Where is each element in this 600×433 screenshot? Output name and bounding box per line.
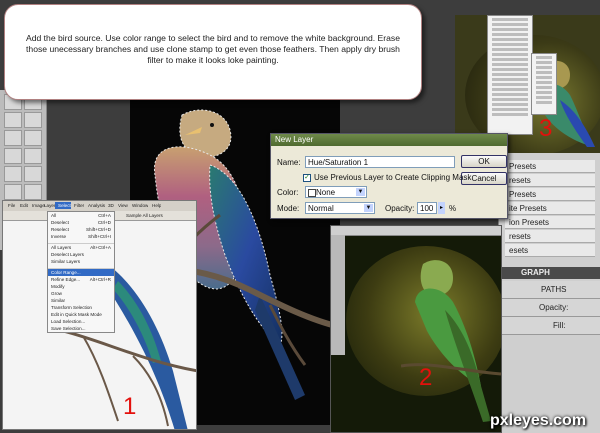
clipping-mask-label: Use Previous Layer to Create Clipping Ma… <box>314 173 472 182</box>
menu-item-grow[interactable]: Grow <box>48 290 114 297</box>
mode-label: Mode: <box>277 204 300 213</box>
step-number: 3 <box>539 115 553 142</box>
preset-row[interactable]: Presets <box>505 188 595 201</box>
menu-analysis[interactable]: Analysis <box>85 202 105 209</box>
menu-item-inverse[interactable]: Inverse Shift+Ctrl+I <box>48 233 114 240</box>
menu-window[interactable]: Window <box>129 202 148 209</box>
dialog-title: New Layer <box>271 134 507 146</box>
menu-item-save-selection[interactable]: Save Selection... <box>48 325 114 332</box>
menu-item-similar[interactable]: Similar <box>48 297 114 304</box>
menu-item-reselect[interactable]: Reselect Shift+Ctrl+D <box>48 226 114 233</box>
menu-item-deselect-layers[interactable]: Deselect Layers <box>48 251 114 258</box>
preset-row[interactable]: ite Presets <box>505 202 595 215</box>
menu-item-modify[interactable]: Modify <box>48 283 114 290</box>
menu-item-all-layers[interactable]: All Layers Alt+Ctrl+A <box>48 244 114 251</box>
menu-item-quick-mask[interactable]: Edit in Quick Mask Mode <box>48 311 114 318</box>
color-swatch-icon <box>308 189 316 197</box>
chevron-right-icon[interactable]: ▸ <box>438 202 445 214</box>
instruction-callout: Add the bird source. Use color range to … <box>4 4 422 100</box>
artistic-submenu[interactable] <box>531 53 557 115</box>
menu-3d[interactable]: 3D <box>105 202 114 209</box>
chevron-down-icon: ▼ <box>364 204 373 212</box>
toolbox-mini <box>331 235 345 355</box>
fill-label: Fill: <box>499 317 600 335</box>
preset-row[interactable]: resets <box>505 174 595 187</box>
opacity-field[interactable]: 100 <box>417 202 437 214</box>
watermark: pxleyes.com <box>490 412 587 429</box>
preset-row[interactable]: esets <box>505 244 595 257</box>
name-field[interactable]: Hue/Saturation 1 <box>305 156 455 168</box>
filter-menu[interactable] <box>487 15 533 135</box>
name-label: Name: <box>277 158 301 167</box>
menu-layer[interactable]: Layer <box>41 202 56 209</box>
step-number: 1 <box>123 393 137 420</box>
pen-tool-icon[interactable] <box>4 184 22 200</box>
menu-select[interactable]: Select <box>55 202 71 209</box>
type-tool-icon[interactable] <box>24 184 42 200</box>
magic-wand-tool-icon[interactable] <box>24 112 42 128</box>
menu-item-all[interactable]: All Ctrl+A <box>48 212 114 219</box>
menu-help[interactable]: Help <box>149 202 161 209</box>
menu-file[interactable]: File <box>5 202 15 209</box>
bird-silhouette <box>401 260 501 422</box>
menu-item-transform-selection[interactable]: Transform Selection <box>48 304 114 311</box>
right-panels: Presets resets Presets ite Presets ion P… <box>498 150 600 433</box>
preset-row[interactable]: Presets <box>505 160 595 173</box>
opacity-label: Opacity: <box>499 299 600 317</box>
sample-all-layers-option[interactable]: Sample All Layers <box>123 212 163 219</box>
menu-item-refine-edge[interactable]: Refine Edge... Alt+Ctrl+R <box>48 276 114 283</box>
menu-view[interactable]: View <box>115 202 128 209</box>
color-select-value: None <box>316 188 336 197</box>
color-select[interactable]: None ▼ <box>305 186 367 198</box>
clipping-mask-checkbox[interactable]: ✓ <box>303 174 311 182</box>
clone-stamp-tool-icon[interactable] <box>24 148 42 164</box>
menu-item-deselect[interactable]: Deselect Ctrl+D <box>48 219 114 226</box>
menu-filter[interactable]: Filter <box>71 202 84 209</box>
mode-select[interactable]: Normal ▼ <box>305 202 375 214</box>
step-1-screenshot: File Edit Image Layer Select Filter Anal… <box>2 200 197 430</box>
menu-item-load-selection[interactable]: Load Selection... <box>48 318 114 325</box>
preset-row[interactable]: ion Presets <box>505 216 595 229</box>
gradient-tool-icon[interactable] <box>24 166 42 182</box>
eyedropper-tool-icon[interactable] <box>24 130 42 146</box>
step-number: 2 <box>419 364 433 391</box>
opacity-unit: % <box>449 204 457 213</box>
paths-tab[interactable]: PATHS <box>499 281 600 299</box>
menu-edit[interactable]: Edit <box>17 202 28 209</box>
eraser-tool-icon[interactable] <box>4 166 22 182</box>
lasso-tool-icon[interactable] <box>4 112 22 128</box>
step-2-screenshot: 2 <box>330 225 502 433</box>
menu-item-similar-layers[interactable]: Similar Layers <box>48 258 114 265</box>
select-menu[interactable]: All Ctrl+A Deselect Ctrl+D Reselect Shift+C… <box>47 211 115 333</box>
title-bar <box>331 226 501 236</box>
layers-panel-header[interactable]: GRAPH <box>499 267 600 279</box>
menu-item-color-range[interactable]: Color Range... <box>48 269 114 276</box>
new-layer-dialog: New Layer Name: Hue/Saturation 1 OK Canc… <box>270 133 508 219</box>
crop-tool-icon[interactable] <box>4 130 22 146</box>
chevron-down-icon: ▼ <box>356 188 365 196</box>
color-label: Color: <box>277 188 299 197</box>
opacity-label: Opacity: <box>385 204 415 213</box>
brush-tool-icon[interactable] <box>4 148 22 164</box>
mode-select-value: Normal <box>308 204 334 213</box>
preset-row[interactable]: resets <box>505 230 595 243</box>
ok-button[interactable]: OK <box>461 155 507 168</box>
